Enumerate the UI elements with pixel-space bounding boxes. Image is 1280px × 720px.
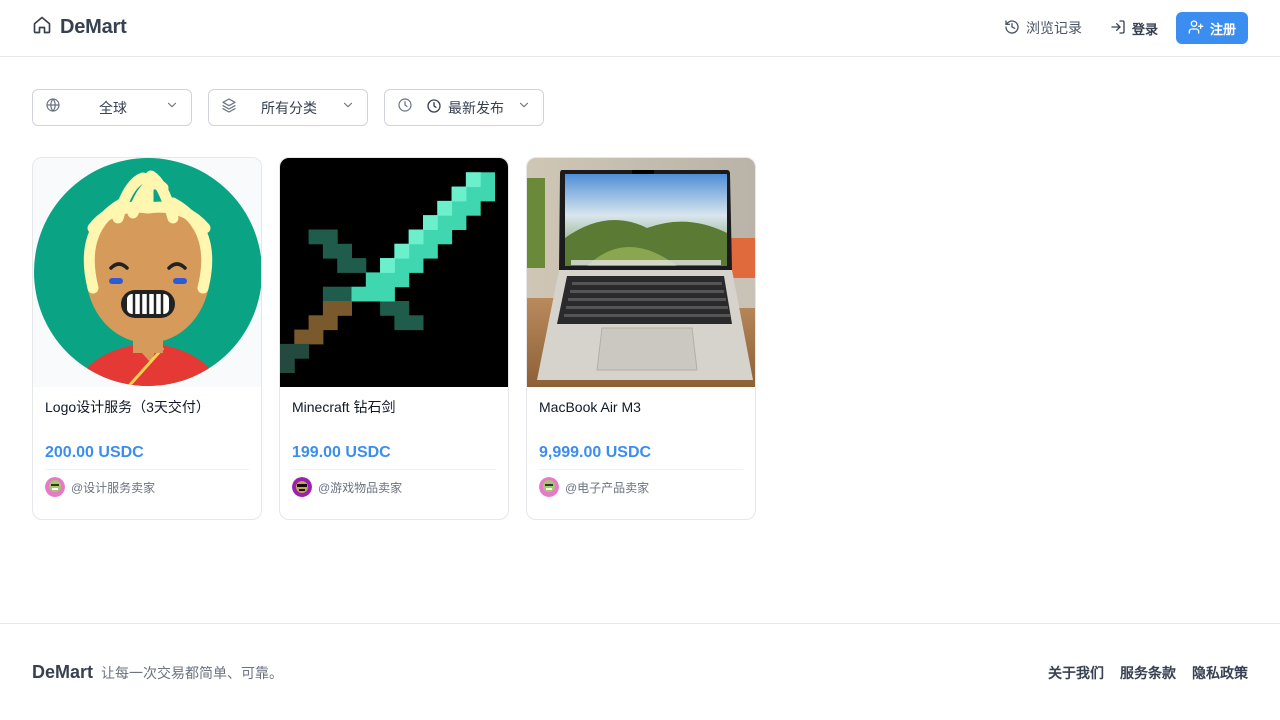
footer-link-about[interactable]: 关于我们 [1048, 663, 1104, 683]
product-image-macbook [527, 158, 755, 387]
chevron-down-icon [517, 98, 531, 117]
region-value: 全球 [99, 99, 127, 116]
category-value: 所有分类 [261, 99, 317, 116]
seller-link[interactable]: @游戏物品卖家 [292, 470, 496, 504]
product-card[interactable]: MacBook Air M3 9,999.00 USDC @电子产品卖家 [526, 157, 756, 520]
product-image-logo-avatar [33, 158, 261, 387]
region-select[interactable]: 全球 [32, 89, 192, 126]
product-image-diamond-sword [280, 158, 508, 387]
login-icon [1110, 19, 1126, 38]
product-title: Minecraft 钻石剑 [292, 399, 396, 415]
sort-clock-icon [426, 98, 442, 117]
seller-name: @设计服务卖家 [71, 480, 156, 495]
seller-link[interactable]: @电子产品卖家 [539, 470, 743, 504]
seller-avatar [292, 477, 312, 497]
product-title: MacBook Air M3 [539, 399, 641, 415]
sort-value: 最新发布 [448, 99, 504, 116]
seller-avatar [45, 477, 65, 497]
register-button[interactable]: 注册 [1175, 12, 1248, 44]
seller-name: @电子产品卖家 [565, 480, 650, 495]
register-label: 注册 [1209, 21, 1236, 37]
product-grid: Logo设计服务（3天交付） 200.00 USDC @设计服务卖家 Minec… [32, 157, 756, 520]
seller-link[interactable]: @设计服务卖家 [45, 470, 249, 504]
user-plus-icon [1188, 19, 1204, 38]
footer-link-terms[interactable]: 服务条款 [1120, 663, 1176, 683]
top-navbar: DeMart 浏览记录 登录 注册 [0, 0, 1280, 57]
seller-avatar [539, 477, 559, 497]
category-select[interactable]: 所有分类 [208, 89, 368, 126]
seller-name: @游戏物品卖家 [318, 480, 403, 495]
filter-bar: 全球 所有分类 最新发布 [32, 89, 544, 126]
product-price: 9,999.00 USDC [539, 444, 652, 461]
chevron-down-icon [165, 98, 179, 117]
history-button[interactable]: 浏览记录 [994, 12, 1092, 44]
login-button[interactable]: 登录 [1100, 12, 1168, 44]
footer: DeMart 让每一次交易都简单、可靠。 关于我们 服务条款 隐私政策 [0, 623, 1280, 720]
history-icon [1004, 19, 1020, 38]
brand-home-link[interactable]: DeMart [32, 15, 127, 40]
sort-select[interactable]: 最新发布 [384, 89, 544, 126]
globe-icon [45, 97, 61, 118]
history-label: 浏览记录 [1025, 20, 1082, 36]
home-icon [32, 15, 52, 40]
chevron-down-icon [341, 98, 355, 117]
product-price: 199.00 USDC [292, 444, 391, 461]
login-label: 登录 [1131, 21, 1158, 37]
product-card[interactable]: Logo设计服务（3天交付） 200.00 USDC @设计服务卖家 [32, 157, 262, 520]
layers-icon [221, 97, 237, 118]
product-card[interactable]: Minecraft 钻石剑 199.00 USDC @游戏物品卖家 [279, 157, 509, 520]
footer-brand: DeMart [32, 662, 94, 682]
product-price: 200.00 USDC [45, 444, 144, 461]
footer-tagline: 让每一次交易都简单、可靠。 [101, 665, 284, 681]
clock-icon [397, 97, 413, 118]
brand-name: DeMart [60, 16, 127, 38]
footer-link-privacy[interactable]: 隐私政策 [1192, 663, 1248, 683]
product-title: Logo设计服务（3天交付） [45, 399, 210, 415]
